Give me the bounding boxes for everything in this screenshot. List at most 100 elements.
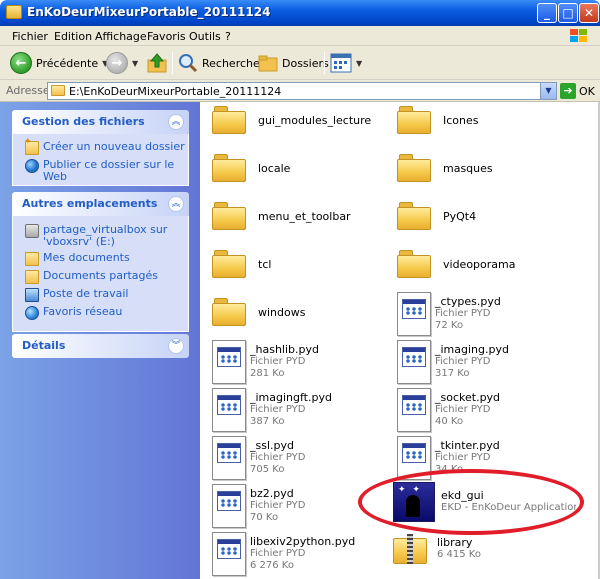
details-header[interactable]: Détails ︾ <box>12 334 189 358</box>
folder-icon <box>51 85 65 96</box>
title-bar: EnKoDeurMixeurPortable_20111124 _ □ ✕ <box>0 0 600 26</box>
details-title: Détails <box>22 339 66 352</box>
zip-item-library[interactable]: library 6 415 Ko <box>393 534 481 564</box>
pyd-file-icon <box>397 292 431 336</box>
new-folder-icon <box>24 137 39 155</box>
pyd-file-icon <box>212 388 246 432</box>
window-title: EnKoDeurMixeurPortable_20111124 <box>27 5 271 19</box>
up-folder-button[interactable] <box>146 50 168 76</box>
place-my-computer[interactable]: Poste de travail <box>25 288 128 302</box>
close-button[interactable]: ✕ <box>579 3 599 23</box>
go-button[interactable]: ➔ OK <box>560 83 595 99</box>
folder-icon <box>212 106 246 134</box>
go-arrow-icon: ➔ <box>560 83 576 99</box>
other-places-header[interactable]: Autres emplacements ︽ <box>12 192 189 216</box>
other-places-panel: Autres emplacements ︽ partage_virtualbox… <box>12 192 189 332</box>
file-item[interactable]: _hashlib.pyd Fichier PYD 281 Ko <box>212 340 319 384</box>
address-value: E:\EnKoDeurMixeurPortable_20111124 <box>69 85 282 98</box>
up-folder-icon <box>147 53 167 73</box>
file-item[interactable]: libexiv2python.pyd Fichier PYD 6 276 Ko <box>212 532 355 576</box>
zip-folder-icon <box>393 534 427 564</box>
maximize-button[interactable]: □ <box>558 3 578 23</box>
address-input[interactable]: E:\EnKoDeurMixeurPortable_20111124 ▼ <box>47 82 557 100</box>
menu-help[interactable]: ? <box>225 30 231 43</box>
task-pane: Gestion des fichiers ︽ Créer un nouveau … <box>0 102 200 579</box>
views-button[interactable]: ▼ <box>330 50 362 76</box>
chevron-up-icon[interactable]: ︽ <box>168 196 184 212</box>
views-icon <box>330 53 352 73</box>
pyd-file-icon <box>212 532 246 576</box>
folder-icon <box>212 202 246 230</box>
folder-icon <box>397 154 431 182</box>
menu-edition[interactable]: Edition <box>54 30 92 43</box>
address-label: Adresse <box>6 84 50 97</box>
pyd-file-icon <box>397 340 431 384</box>
folders-label: Dossiers <box>282 56 329 70</box>
folder-item[interactable]: menu_et_toolbar <box>212 202 351 230</box>
pyd-file-icon <box>397 388 431 432</box>
task-new-folder[interactable]: Créer un nouveau dossier <box>24 137 185 155</box>
menu-bar: Fichier Edition Affichage Favoris Outils… <box>0 26 600 46</box>
menu-outils[interactable]: Outils <box>189 30 221 43</box>
file-tasks-title: Gestion des fichiers <box>22 115 145 128</box>
folder-item[interactable]: PyQt4 <box>397 202 476 230</box>
other-places-title: Autres emplacements <box>22 197 158 210</box>
folder-icon <box>25 270 39 284</box>
chevron-down-icon[interactable]: ▼ <box>356 59 362 68</box>
task-publish-web[interactable]: Publier ce dossier sur le Web <box>25 159 188 183</box>
pyd-file-icon <box>212 484 246 528</box>
back-arrow-icon: ← <box>10 52 32 74</box>
forward-button[interactable]: → ▼ <box>106 50 138 76</box>
folder-item[interactable]: Icones <box>397 106 479 134</box>
address-bar: Adresse E:\EnKoDeurMixeurPortable_201111… <box>0 80 600 102</box>
back-label: Précédente <box>36 56 99 70</box>
place-my-documents[interactable]: Mes documents <box>25 252 130 266</box>
file-item[interactable]: _ctypes.pyd Fichier PYD 72 Ko <box>397 292 501 336</box>
details-panel: Détails ︾ <box>12 334 189 358</box>
folder-item[interactable]: videoporama <box>397 250 515 278</box>
place-drive-e[interactable]: partage_virtualbox sur 'vboxsrv' (E:) <box>25 224 175 248</box>
folder-icon <box>212 154 246 182</box>
menu-affichage[interactable]: Affichage <box>95 30 147 43</box>
folder-icon <box>6 5 22 19</box>
highlight-ellipse <box>358 469 584 535</box>
folder-item[interactable]: masques <box>397 154 493 182</box>
search-button[interactable]: Rechercher <box>178 50 264 76</box>
chevron-down-icon[interactable]: ▼ <box>132 59 138 68</box>
menu-favoris[interactable]: Favoris <box>147 30 186 43</box>
folder-icon <box>397 106 431 134</box>
menu-fichier[interactable]: Fichier <box>12 30 48 43</box>
pyd-file-icon <box>212 340 246 384</box>
pyd-file-icon <box>212 436 246 480</box>
back-button[interactable]: ← Précédente ▼ <box>10 50 108 76</box>
search-icon <box>179 54 198 73</box>
network-drive-icon <box>25 224 39 238</box>
windows-logo-icon <box>570 29 587 42</box>
go-label: OK <box>579 84 595 98</box>
network-icon <box>25 306 39 320</box>
globe-icon <box>25 159 39 173</box>
file-item[interactable]: _socket.pyd Fichier PYD 40 Ko <box>397 388 500 432</box>
folder-item[interactable]: tcl <box>212 250 271 278</box>
chevron-down-icon[interactable]: ︾ <box>168 338 184 354</box>
folder-icon <box>25 252 39 266</box>
file-tasks-header[interactable]: Gestion des fichiers ︽ <box>12 110 189 134</box>
folder-item[interactable]: locale <box>212 154 290 182</box>
place-network[interactable]: Favoris réseau <box>25 306 122 320</box>
chevron-up-icon[interactable]: ︽ <box>168 114 184 130</box>
minimize-button[interactable]: _ <box>537 3 557 23</box>
folders-button[interactable]: Dossiers <box>258 50 329 76</box>
folder-item[interactable]: windows <box>212 298 305 326</box>
file-item[interactable]: bz2.pyd Fichier PYD 70 Ko <box>212 484 305 528</box>
file-tasks-panel: Gestion des fichiers ︽ Créer un nouveau … <box>12 110 189 186</box>
search-label: Rechercher <box>202 56 265 70</box>
folder-item[interactable]: gui_modules_lecture <box>212 106 371 134</box>
toolbar: ← Précédente ▼ → ▼ Rechercher Dossiers <box>0 46 600 80</box>
file-item[interactable]: _imagingft.pyd Fichier PYD 387 Ko <box>212 388 332 432</box>
place-shared-documents[interactable]: Documents partagés <box>25 270 158 284</box>
file-list: gui_modules_lecture Icones locale masque… <box>200 102 600 579</box>
file-item[interactable]: _ssl.pyd Fichier PYD 705 Ko <box>212 436 305 480</box>
folder-icon <box>397 202 431 230</box>
file-item[interactable]: _imaging.pyd Fichier PYD 317 Ko <box>397 340 509 384</box>
chevron-down-icon[interactable]: ▼ <box>540 83 556 99</box>
